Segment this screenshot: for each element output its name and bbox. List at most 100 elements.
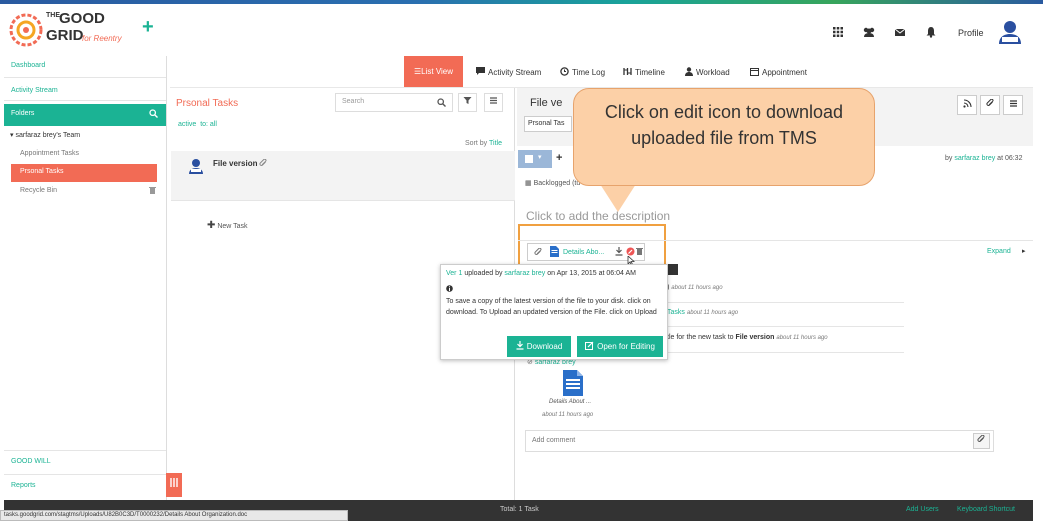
activity-text: tle for the new task to xyxy=(667,334,734,341)
status-label[interactable]: ▦ Backlogged (tu xyxy=(525,179,580,187)
sidebar-item-goodwill[interactable]: GOOD WILL xyxy=(11,458,51,465)
sidebar-item-prsonal-tasks[interactable]: Prsonal Tasks xyxy=(11,164,157,182)
file-label[interactable]: Details About ... xyxy=(549,399,591,405)
team-node[interactable]: ▾ sarfaraz brey's Team xyxy=(10,131,80,139)
task-name[interactable]: File version xyxy=(213,159,257,168)
sidebar-item-dashboard[interactable]: Dashboard xyxy=(11,62,45,69)
sidebar-item-reports[interactable]: Reports xyxy=(11,482,36,489)
menu-icon xyxy=(1009,100,1017,107)
divider xyxy=(4,77,166,78)
filter-active[interactable]: active xyxy=(178,121,196,128)
checkbox[interactable] xyxy=(525,155,533,163)
filter-icon xyxy=(463,97,472,104)
link-button[interactable] xyxy=(980,95,1000,115)
tab-label: Timeline xyxy=(635,67,665,77)
clock-icon xyxy=(560,66,569,78)
sort-label: Sort by xyxy=(465,140,488,147)
chevron-right-icon[interactable]: ▸ xyxy=(1022,247,1026,255)
edit-icon xyxy=(585,341,594,352)
rss-button[interactable] xyxy=(957,95,977,115)
collapse-panel-button[interactable] xyxy=(166,473,182,497)
team-label: sarfaraz brey's Team xyxy=(15,132,81,139)
status-text: Backlogged (tu xyxy=(533,180,581,187)
byline-time: at 06:32 xyxy=(997,155,1023,162)
open-label: Open for Editing xyxy=(597,342,655,351)
logo[interactable]: THE GOOD GRID for Reentry xyxy=(8,10,128,52)
version-link[interactable]: Ver 1 xyxy=(446,270,462,277)
tab-label: Time Log xyxy=(572,67,606,77)
divider xyxy=(4,450,166,451)
avatar[interactable] xyxy=(999,20,1021,44)
divider xyxy=(4,100,166,101)
users-icon[interactable] xyxy=(862,26,876,38)
divider xyxy=(664,352,904,353)
browser-status-url: tasks.goodgrid.com/stagtms/Uploads/U82B0… xyxy=(0,510,348,521)
description-field[interactable]: Click to add the description xyxy=(526,209,670,223)
list-icon: ☰ xyxy=(413,67,422,76)
filter-button[interactable] xyxy=(458,93,477,112)
window-edge xyxy=(1033,56,1043,525)
search-placeholder: Search xyxy=(342,98,365,105)
filter-to[interactable]: to: all xyxy=(200,121,217,128)
bell-icon[interactable] xyxy=(924,26,938,38)
upload-date: on Apr 13, 2015 at 06:04 AM xyxy=(547,270,636,277)
sort-by[interactable]: Sort by Title xyxy=(465,140,502,147)
list-title: Prsonal Tasks xyxy=(176,98,239,109)
profile-link[interactable]: Profile xyxy=(958,28,984,38)
link-icon xyxy=(985,98,993,107)
uploader[interactable]: sarfaraz brey xyxy=(504,270,545,277)
trash-icon[interactable] xyxy=(149,186,156,196)
logo-the: THE xyxy=(46,12,60,19)
expand-link[interactable]: Expand xyxy=(987,248,1011,255)
avatar xyxy=(189,158,203,176)
tab-appointment[interactable]: Appointment xyxy=(750,64,807,80)
paperclip-icon: ⊘ xyxy=(527,359,533,366)
tab-workload[interactable]: Workload xyxy=(685,64,730,80)
byline-user[interactable]: sarfaraz brey xyxy=(954,155,995,162)
sort-value[interactable]: Title xyxy=(489,140,502,147)
detail-menu-button[interactable] xyxy=(1003,95,1023,115)
tab-timeline[interactable]: Timeline xyxy=(623,64,665,80)
keyboard-shortcut-link[interactable]: Keyboard Shortcut xyxy=(957,506,1015,513)
uploaded-by: uploaded by xyxy=(464,270,503,277)
rss-icon xyxy=(962,99,972,108)
sidebar-item-activity-stream[interactable]: Activity Stream xyxy=(11,87,58,94)
menu-button[interactable] xyxy=(484,93,503,112)
add-users-link[interactable]: Add Users xyxy=(906,506,939,513)
search-input[interactable]: Search xyxy=(335,93,453,112)
add-plus-icon[interactable]: + xyxy=(142,16,154,39)
search-icon[interactable] xyxy=(149,109,158,120)
comment-input[interactable]: Add comment xyxy=(525,430,994,452)
filter-links[interactable]: active to: all xyxy=(178,121,217,128)
project-select[interactable]: Prsonal Tas xyxy=(524,116,572,132)
document-icon[interactable] xyxy=(563,370,583,398)
sidebar-item-appointment-tasks[interactable]: Appointment Tasks xyxy=(20,150,79,157)
calendar-icon xyxy=(750,67,759,78)
grid-icon[interactable] xyxy=(831,26,845,38)
tab-time-log[interactable]: Time Log xyxy=(560,64,605,80)
info-icon xyxy=(446,285,453,294)
commenter-name: sarfaraz brey xyxy=(534,359,576,366)
status-checkbox-dropdown[interactable]: ▾ xyxy=(518,150,552,168)
logo-tagline: for Reentry xyxy=(82,34,122,43)
chevron-down-icon: ▾ xyxy=(538,154,542,161)
detail-title[interactable]: File ve xyxy=(530,97,562,109)
activity-task[interactable]: File version xyxy=(736,334,775,341)
paperclip-icon xyxy=(259,158,268,170)
tab-list-view[interactable]: ☰ List View xyxy=(404,56,463,87)
download-button[interactable]: Download xyxy=(507,336,571,357)
search-icon[interactable] xyxy=(437,98,446,109)
total-tasks: Total: 1 Task xyxy=(500,506,539,513)
new-task-button[interactable]: ✚ New Task xyxy=(207,220,248,231)
mail-icon[interactable] xyxy=(893,26,907,38)
created-by: by sarfaraz brey at 06:32 xyxy=(945,155,1022,162)
activity-time: about 11 hours ago xyxy=(776,335,828,341)
divider xyxy=(664,326,904,327)
open-for-editing-button[interactable]: Open for Editing xyxy=(577,336,663,357)
new-task-label: New Task xyxy=(217,223,248,230)
attach-button[interactable] xyxy=(973,433,990,449)
activity-text[interactable]: Tasks xyxy=(667,309,685,316)
sidebar-item-recycle-bin[interactable]: Recycle Bin xyxy=(20,187,57,194)
add-subtask-icon[interactable]: + xyxy=(556,152,562,164)
tab-activity-stream[interactable]: Activity Stream xyxy=(476,64,541,80)
